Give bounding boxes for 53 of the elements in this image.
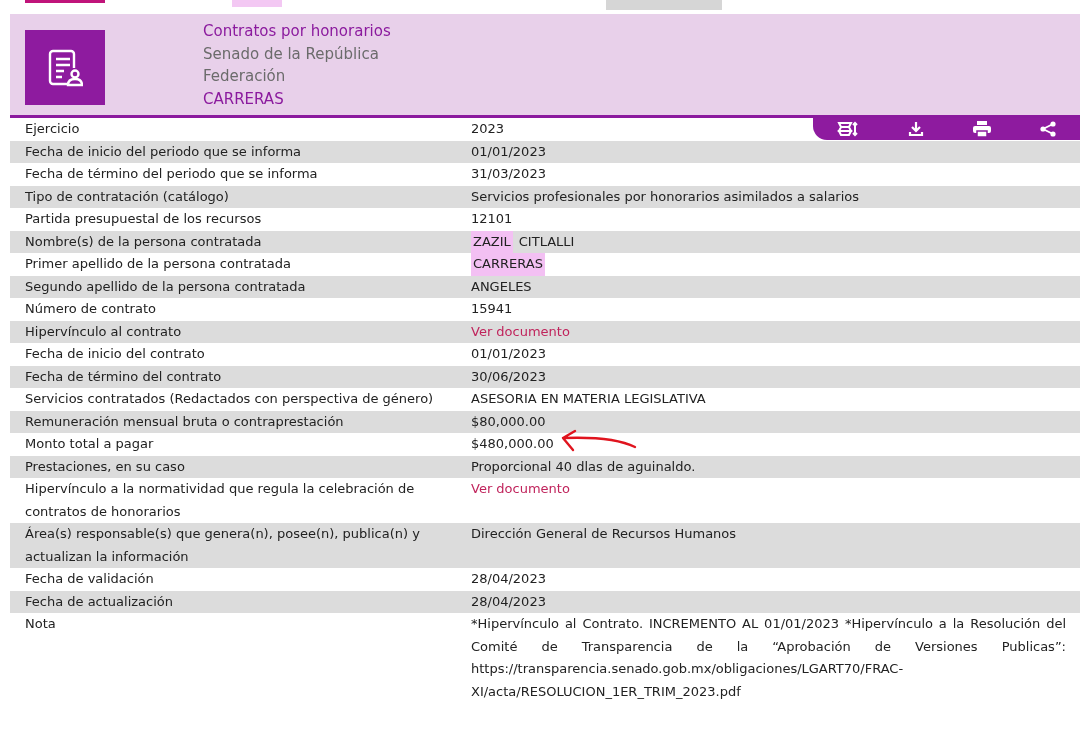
field-value: Proporcional 40 dlas de aguinaldo. [471,457,696,476]
name-part: CARRERAS [471,253,545,276]
field-value: 30/06/2023 [471,367,546,386]
field-label: Remuneración mensual bruta o contraprestación [24,412,345,431]
field-value: $80,000.00 [471,412,546,431]
record-subtitle: Senado de la República [203,43,380,65]
field-label: Hipervínculo a la normatividad que regula la celebración de contratos de honorarios [24,480,416,521]
record-title: Contratos por honorarios [203,21,391,42]
document-link[interactable]: Ver documento [471,320,570,343]
field-value: 01/01/2023 [471,345,546,363]
field-label: Fecha de término del contrato [24,367,223,386]
field-label: Fecha de actualización [24,592,174,611]
field-value: 2023 [471,120,505,138]
share-icon [1039,121,1056,137]
record-tag: CARRERAS [203,87,391,110]
field-label: Fecha de validación [24,570,155,588]
field-value: 12101 [471,210,513,228]
document-link[interactable]: Ver documento [471,478,570,501]
download-icon [908,121,925,137]
note-text: *Hipervínculo al Contrato. INCREMENTO AL 01/01/2023 *Hipervínculo a la Resolución del Comité de Transparencia de la “Aprobación de Versiones Publicas”: https://transparencia.senado.gob.mx/obligaciones/LGART70/FRAC-XI/acta/RESOLUCION_1ER_TRIM_2023.pdf [471,615,1066,701]
field-label: Nombre(s) de la persona contratada [24,232,263,251]
record-subtitle: Federación [203,66,287,87]
highlight-mark [232,0,282,7]
field-value: $480,000.00 [471,435,554,453]
field-value: 28/04/2023 [471,570,546,588]
field-label: Hipervínculo al contrato [24,322,183,341]
field-label: Nota [24,615,57,633]
field-label: Primer apellido de la persona contratada [24,255,292,273]
field-label: Ejercicio [24,120,81,138]
field-label: Tipo de contratación (catálogo) [24,187,230,206]
field-value: 01/01/2023 [471,142,546,161]
field-label: Área(s) responsable(s) que genera(n), posee(n), publica(n) y actualizan la información [24,525,421,566]
field-label: Segundo apellido de la persona contratada [24,277,307,296]
field-value: 31/03/2023 [471,165,546,183]
name-part: CITLALLI [517,232,576,251]
print-icon [972,121,991,137]
field-value: ANGELES [471,277,532,296]
field-label: Servicios contratados (Redactados con perspectiva de género) [24,390,435,408]
field-label: Partida presupuestal de los recursos [24,210,263,228]
field-label: Monto total a pagar [24,435,155,453]
field-value: Dirección General de Recursos Humanos [471,525,737,543]
columns-icon [837,121,860,137]
field-label: Fecha de inicio del contrato [24,345,206,363]
field-label: Fecha de término del periodo que se informa [24,165,319,183]
field-value: ASESORIA EN MATERIA LEGISLATIVA [471,390,706,408]
field-value: Servicios profesionales por honorarios asimilados a salarios [471,187,860,206]
name-part: ZAZIL [471,230,513,253]
field-label: Prestaciones, en su caso [24,457,186,476]
field-value: 15941 [471,300,513,318]
field-label: Fecha de inicio del periodo que se informa [24,142,303,161]
field-value: 28/04/2023 [471,592,546,611]
document-person-icon [47,47,83,88]
field-label: Número de contrato [24,300,157,318]
